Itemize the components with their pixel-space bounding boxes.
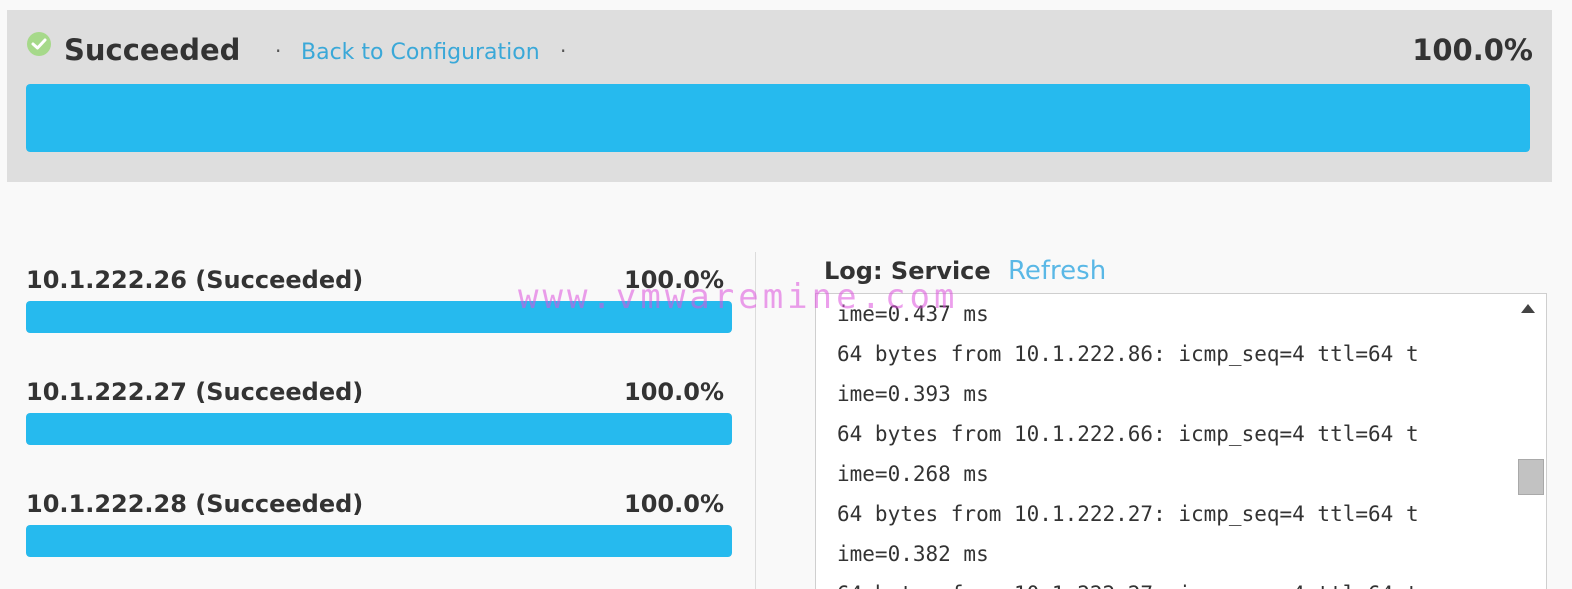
status-title: Succeeded	[64, 33, 241, 67]
host-label: 10.1.222.26 (Succeeded)	[26, 266, 364, 294]
host-progress-fill	[26, 301, 732, 333]
page: Succeeded · Back to Configuration · 100.…	[0, 0, 1572, 589]
host-percent: 100.0%	[624, 378, 724, 406]
log-line: 64 bytes from 10.1.222.66: icmp_seq=4 tt…	[837, 422, 1419, 446]
separator-dot: ·	[275, 39, 282, 63]
host-label: 10.1.222.28 (Succeeded)	[26, 490, 364, 518]
overall-progress-bar	[26, 84, 1530, 152]
check-circle-icon	[27, 32, 51, 56]
log-title: Log: Service	[824, 257, 991, 285]
status-panel: Succeeded · Back to Configuration · 100.…	[7, 10, 1552, 182]
host-percent: 100.0%	[624, 266, 724, 294]
host-progress-fill	[26, 413, 732, 445]
log-line: 64 bytes from 10.1.222.27: icmp_seq=4 tt…	[837, 502, 1419, 526]
log-content: ime=0.437 ms 64 bytes from 10.1.222.86: …	[837, 294, 1517, 589]
log-scrollbar[interactable]	[1516, 294, 1546, 589]
panel-divider	[755, 252, 756, 589]
log-line: ime=0.382 ms	[837, 542, 989, 566]
host-progress-bar	[26, 525, 732, 557]
host-label: 10.1.222.27 (Succeeded)	[26, 378, 364, 406]
log-line: 64 bytes from 10.1.222.86: icmp_seq=4 tt…	[837, 342, 1419, 366]
host-progress-fill	[26, 525, 732, 557]
log-line: ime=0.393 ms	[837, 382, 989, 406]
host-percent: 100.0%	[624, 490, 724, 518]
log-line: ime=0.268 ms	[837, 462, 989, 486]
triangle-up-icon[interactable]	[1521, 304, 1535, 313]
overall-progress-fill	[26, 84, 1530, 152]
log-output[interactable]: ime=0.437 ms 64 bytes from 10.1.222.86: …	[815, 293, 1547, 589]
host-item: 10.1.222.28 (Succeeded) 100.0%	[26, 486, 732, 589]
log-line: 64 bytes from 10.1.222.27: icmp_seq=4 tt…	[837, 574, 1517, 589]
host-item: 10.1.222.26 (Succeeded) 100.0%	[26, 262, 732, 374]
host-list: 10.1.222.26 (Succeeded) 100.0% 10.1.222.…	[26, 262, 732, 589]
host-progress-bar	[26, 413, 732, 445]
host-item: 10.1.222.27 (Succeeded) 100.0%	[26, 374, 732, 486]
refresh-link[interactable]: Refresh	[1008, 254, 1106, 288]
log-line: ime=0.437 ms	[837, 302, 989, 326]
back-to-configuration-link[interactable]: Back to Configuration	[301, 38, 540, 68]
overall-percent: 100.0%	[1412, 33, 1533, 67]
scrollbar-thumb[interactable]	[1518, 459, 1544, 495]
separator-dot: ·	[560, 39, 567, 63]
host-progress-bar	[26, 301, 732, 333]
